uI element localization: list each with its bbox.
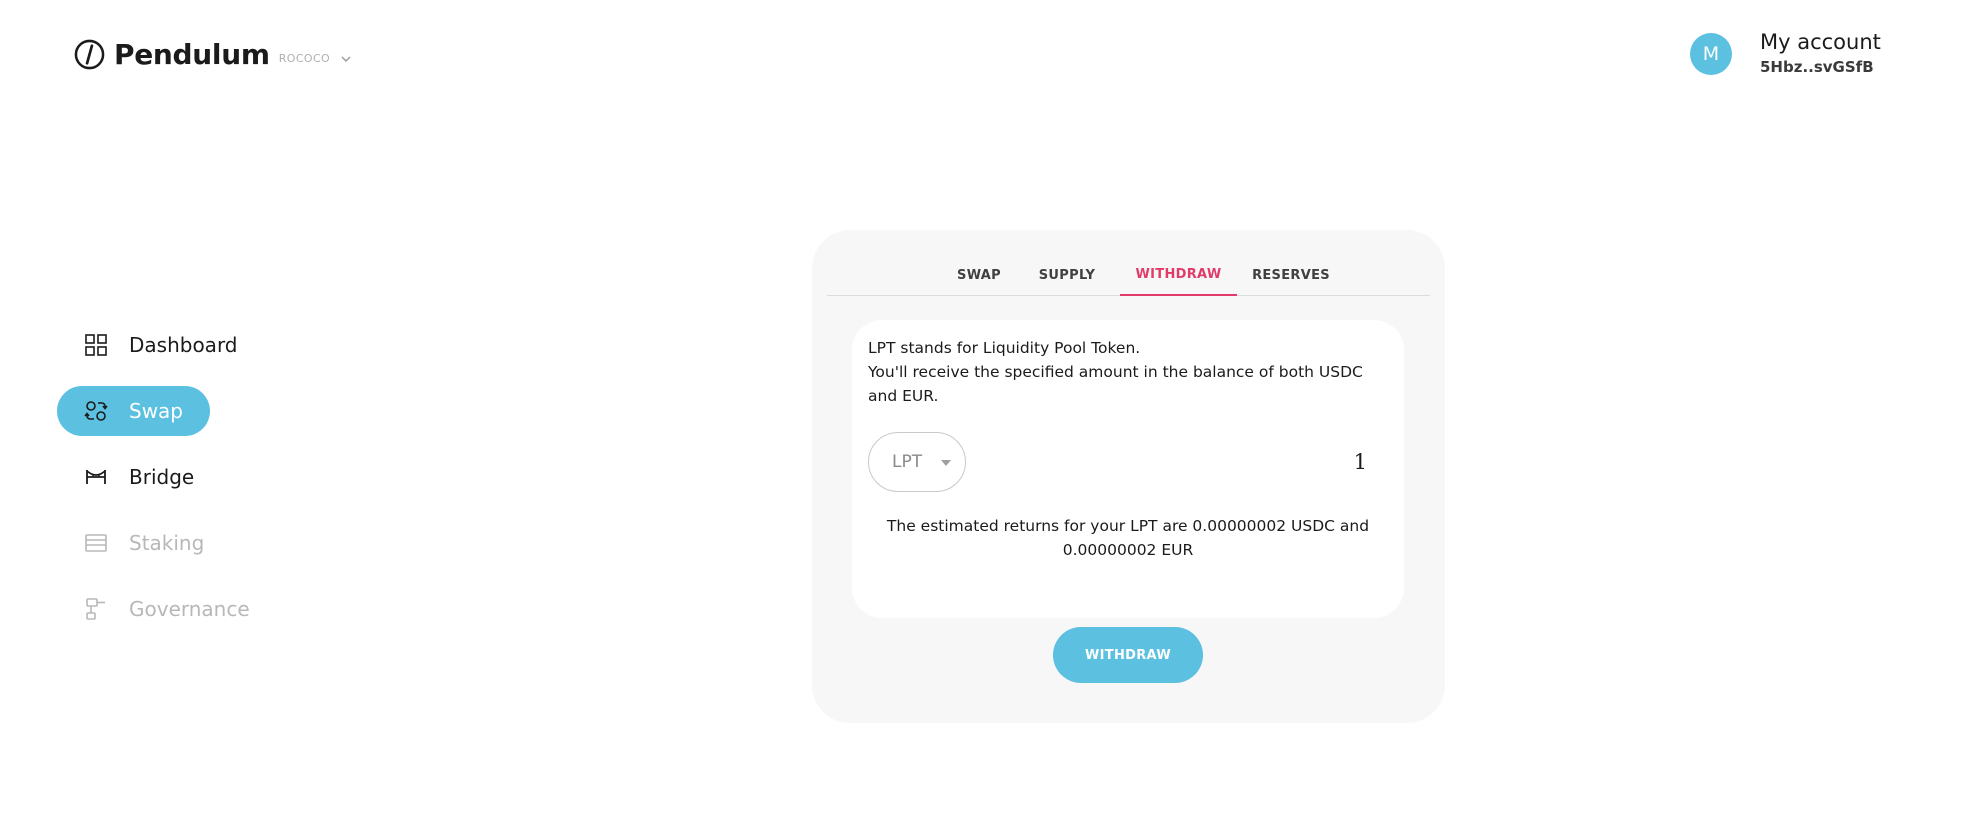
token-selector[interactable]: LPT <box>868 432 966 492</box>
account-address: 5Hbz..svGSfB <box>1760 58 1874 76</box>
sidebar-item-governance[interactable]: Governance <box>57 584 250 634</box>
sidebar-item-label: Governance <box>129 597 250 621</box>
account-text: My account 5Hbz..svGSfB <box>1760 30 1881 76</box>
sidebar-item-swap[interactable]: Swap <box>57 386 210 436</box>
tab-reserves[interactable]: RESERVES <box>1237 254 1345 296</box>
sidebar-item-label: Dashboard <box>129 333 238 357</box>
sidebar-item-bridge[interactable]: Bridge <box>57 452 210 502</box>
network-label: ROCOCO <box>278 52 331 65</box>
tab-swap[interactable]: SWAP <box>945 254 1013 296</box>
grid-icon <box>85 334 107 356</box>
sidebar-nav: Dashboard Swap Bridge Staking Governance <box>57 320 287 650</box>
staking-icon <box>85 534 107 552</box>
chevron-down-icon <box>341 56 351 62</box>
tab-withdraw[interactable]: WITHDRAW <box>1120 254 1237 296</box>
account-menu[interactable]: M My account 5Hbz..svGSfB <box>1690 30 1881 76</box>
info-line-2: You'll receive the specified amount in t… <box>868 363 1363 405</box>
sidebar-item-dashboard[interactable]: Dashboard <box>57 320 238 370</box>
header: Pendulum ROCOCO M My account 5Hbz..svGSf… <box>0 0 1970 110</box>
governance-icon <box>86 598 105 620</box>
brand[interactable]: Pendulum ROCOCO <box>74 38 352 71</box>
sidebar-item-label: Swap <box>129 399 184 423</box>
tab-bar: SWAP SUPPLY WITHDRAW RESERVES <box>827 254 1430 296</box>
info-line-1: LPT stands for Liquidity Pool Token. <box>868 339 1141 357</box>
avatar[interactable]: M <box>1690 33 1732 75</box>
amount-input[interactable] <box>1152 444 1367 480</box>
tab-supply[interactable]: SUPPLY <box>1030 254 1104 296</box>
withdraw-card: SWAP SUPPLY WITHDRAW RESERVES LPT stands… <box>812 230 1445 723</box>
account-title: My account <box>1760 30 1881 54</box>
estimated-returns: The estimated returns for your LPT are 0… <box>886 517 1370 559</box>
network-selector[interactable]: ROCOCO <box>279 52 352 65</box>
brand-name: Pendulum <box>114 38 270 71</box>
token-label: LPT <box>892 452 923 472</box>
swap-icon <box>84 401 108 421</box>
withdraw-button[interactable]: WITHDRAW <box>1053 627 1203 683</box>
bridge-icon <box>86 470 106 484</box>
pendulum-logo-icon <box>74 39 105 70</box>
sidebar-item-staking[interactable]: Staking <box>57 518 210 568</box>
caret-down-icon <box>941 460 951 466</box>
sidebar-item-label: Bridge <box>129 465 195 489</box>
withdraw-form: LPT stands for Liquidity Pool Token. You… <box>852 320 1404 618</box>
lpt-info-text: LPT stands for Liquidity Pool Token. You… <box>868 336 1388 408</box>
sidebar-item-label: Staking <box>129 531 205 555</box>
